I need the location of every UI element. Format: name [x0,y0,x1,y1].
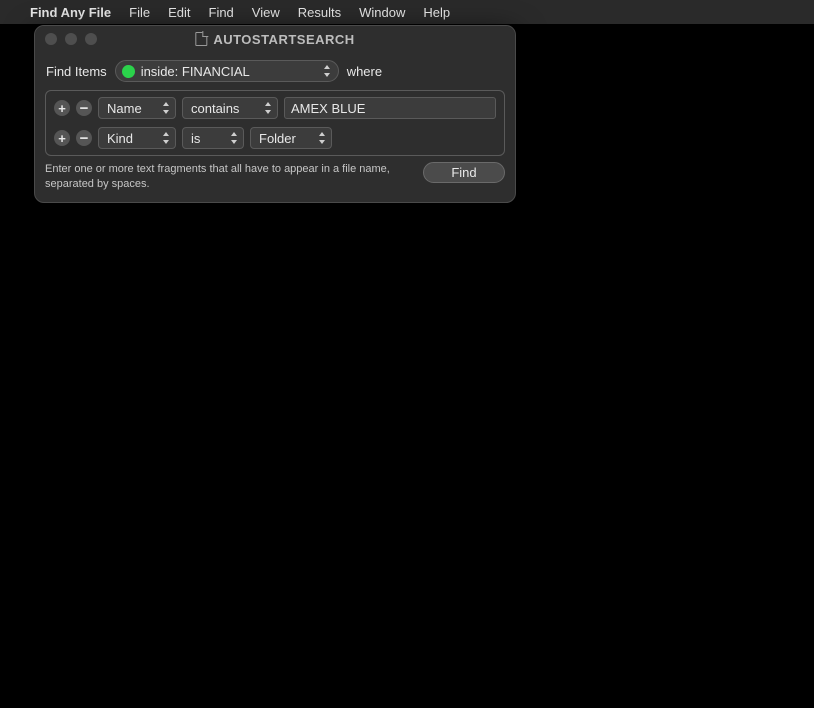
value-select-value: Folder [259,131,317,146]
menubar-item-file[interactable]: File [129,5,150,20]
operator-select[interactable]: contains [182,97,278,119]
operator-select-value: contains [191,101,263,116]
zoom-button[interactable] [85,33,97,45]
chevrons-icon [161,101,171,115]
attribute-select[interactable]: Kind [98,127,176,149]
criteria-row: + − Kind is Folder [54,127,496,149]
operator-select-value: is [191,131,229,146]
value-input[interactable] [284,97,496,119]
attribute-select[interactable]: Name [98,97,176,119]
scope-text: inside: FINANCIAL [141,64,316,79]
attribute-select-value: Kind [107,131,161,146]
chevrons-icon [263,101,273,115]
minimize-button[interactable] [65,33,77,45]
find-items-row: Find Items inside: FINANCIAL where [45,60,505,82]
app-window: AUTOSTARTSEARCH Find Items inside: FINAN… [34,25,516,203]
add-criterion-button[interactable]: + [54,100,70,116]
remove-criterion-button[interactable]: − [76,100,92,116]
menubar-item-edit[interactable]: Edit [168,5,190,20]
hint-text: Enter one or more text fragments that al… [45,162,411,192]
remove-criterion-button[interactable]: − [76,130,92,146]
menubar: Find Any File File Edit Find View Result… [0,0,814,24]
titlebar: AUTOSTARTSEARCH [35,26,515,52]
add-criterion-button[interactable]: + [54,130,70,146]
find-button[interactable]: Find [423,162,505,183]
find-items-label: Find Items [46,64,107,79]
document-icon [195,32,207,46]
attribute-select-value: Name [107,101,161,116]
footer-row: Enter one or more text fragments that al… [45,162,505,192]
close-button[interactable] [45,33,57,45]
value-select[interactable]: Folder [250,127,332,149]
chevrons-icon [322,64,332,78]
menubar-item-results[interactable]: Results [298,5,341,20]
chevrons-icon [317,131,327,145]
traffic-lights [45,33,97,45]
window-title-text: AUTOSTARTSEARCH [213,32,354,47]
criteria-panel: + − Name contains + − Kind [45,90,505,156]
menubar-item-view[interactable]: View [252,5,280,20]
chevrons-icon [161,131,171,145]
menubar-app-name[interactable]: Find Any File [30,5,111,20]
menubar-item-help[interactable]: Help [423,5,450,20]
window-content: Find Items inside: FINANCIAL where + − N… [35,52,515,202]
where-label: where [347,64,382,79]
operator-select[interactable]: is [182,127,244,149]
chevrons-icon [229,131,239,145]
criteria-row: + − Name contains [54,97,496,119]
scope-status-icon [122,65,135,78]
menubar-item-window[interactable]: Window [359,5,405,20]
menubar-item-find[interactable]: Find [209,5,234,20]
scope-select[interactable]: inside: FINANCIAL [115,60,339,82]
window-title: AUTOSTARTSEARCH [195,32,354,47]
